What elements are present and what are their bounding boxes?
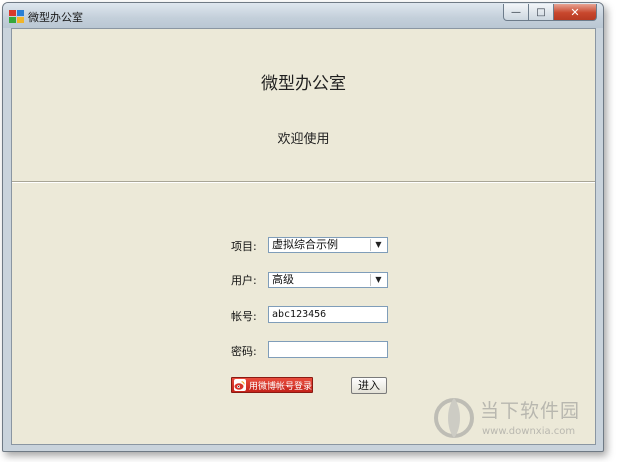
- maximize-icon: □: [536, 6, 546, 18]
- password-input[interactable]: [268, 341, 388, 358]
- close-icon: ✕: [570, 5, 580, 19]
- account-label: 帐号:: [231, 310, 257, 323]
- user-select[interactable]: 高级 ▼: [268, 272, 388, 288]
- user-label: 用户:: [231, 274, 257, 287]
- dropdown-arrow-icon[interactable]: ▼: [370, 239, 386, 251]
- app-window: 微型办公室 — □ ✕ 微型办公室 欢迎使用 项目: 虚拟综合示例 ▼ 用户: …: [2, 2, 604, 452]
- minimize-button[interactable]: —: [503, 4, 529, 21]
- app-icon: [9, 10, 24, 23]
- dropdown-arrow-icon[interactable]: ▼: [370, 274, 386, 286]
- minimize-icon: —: [511, 6, 521, 18]
- project-select-value: 虚拟综合示例: [272, 238, 338, 251]
- client-area: 微型办公室 欢迎使用 项目: 虚拟综合示例 ▼ 用户: 高级 ▼ 帐号: abc…: [11, 28, 596, 445]
- password-label: 密码:: [231, 345, 257, 358]
- account-input[interactable]: abc123456: [268, 306, 388, 323]
- enter-button[interactable]: 进入: [351, 377, 387, 394]
- watermark-url: www.downxia.com: [482, 426, 576, 437]
- project-select[interactable]: 虚拟综合示例 ▼: [268, 237, 388, 253]
- weibo-login-button[interactable]: 用微博帐号登录: [231, 377, 313, 393]
- header-panel: 微型办公室 欢迎使用: [12, 29, 595, 182]
- weibo-icon: [234, 379, 246, 391]
- user-select-value: 高级: [272, 273, 294, 286]
- app-title: 微型办公室: [261, 74, 346, 94]
- watermark-name: 当下软件园: [480, 400, 581, 422]
- window-controls: — □ ✕: [503, 4, 597, 21]
- close-button[interactable]: ✕: [554, 4, 597, 21]
- header-divider: [12, 182, 595, 183]
- window-title: 微型办公室: [28, 11, 83, 24]
- weibo-login-label: 用微博帐号登录: [248, 381, 312, 392]
- project-label: 项目:: [231, 240, 257, 253]
- watermark-logo-icon: [434, 398, 474, 438]
- maximize-button[interactable]: □: [529, 4, 554, 21]
- welcome-text: 欢迎使用: [277, 132, 330, 147]
- watermark: 当下软件园 www.downxia.com: [428, 392, 608, 448]
- title-bar[interactable]: 微型办公室 — □ ✕: [3, 3, 603, 28]
